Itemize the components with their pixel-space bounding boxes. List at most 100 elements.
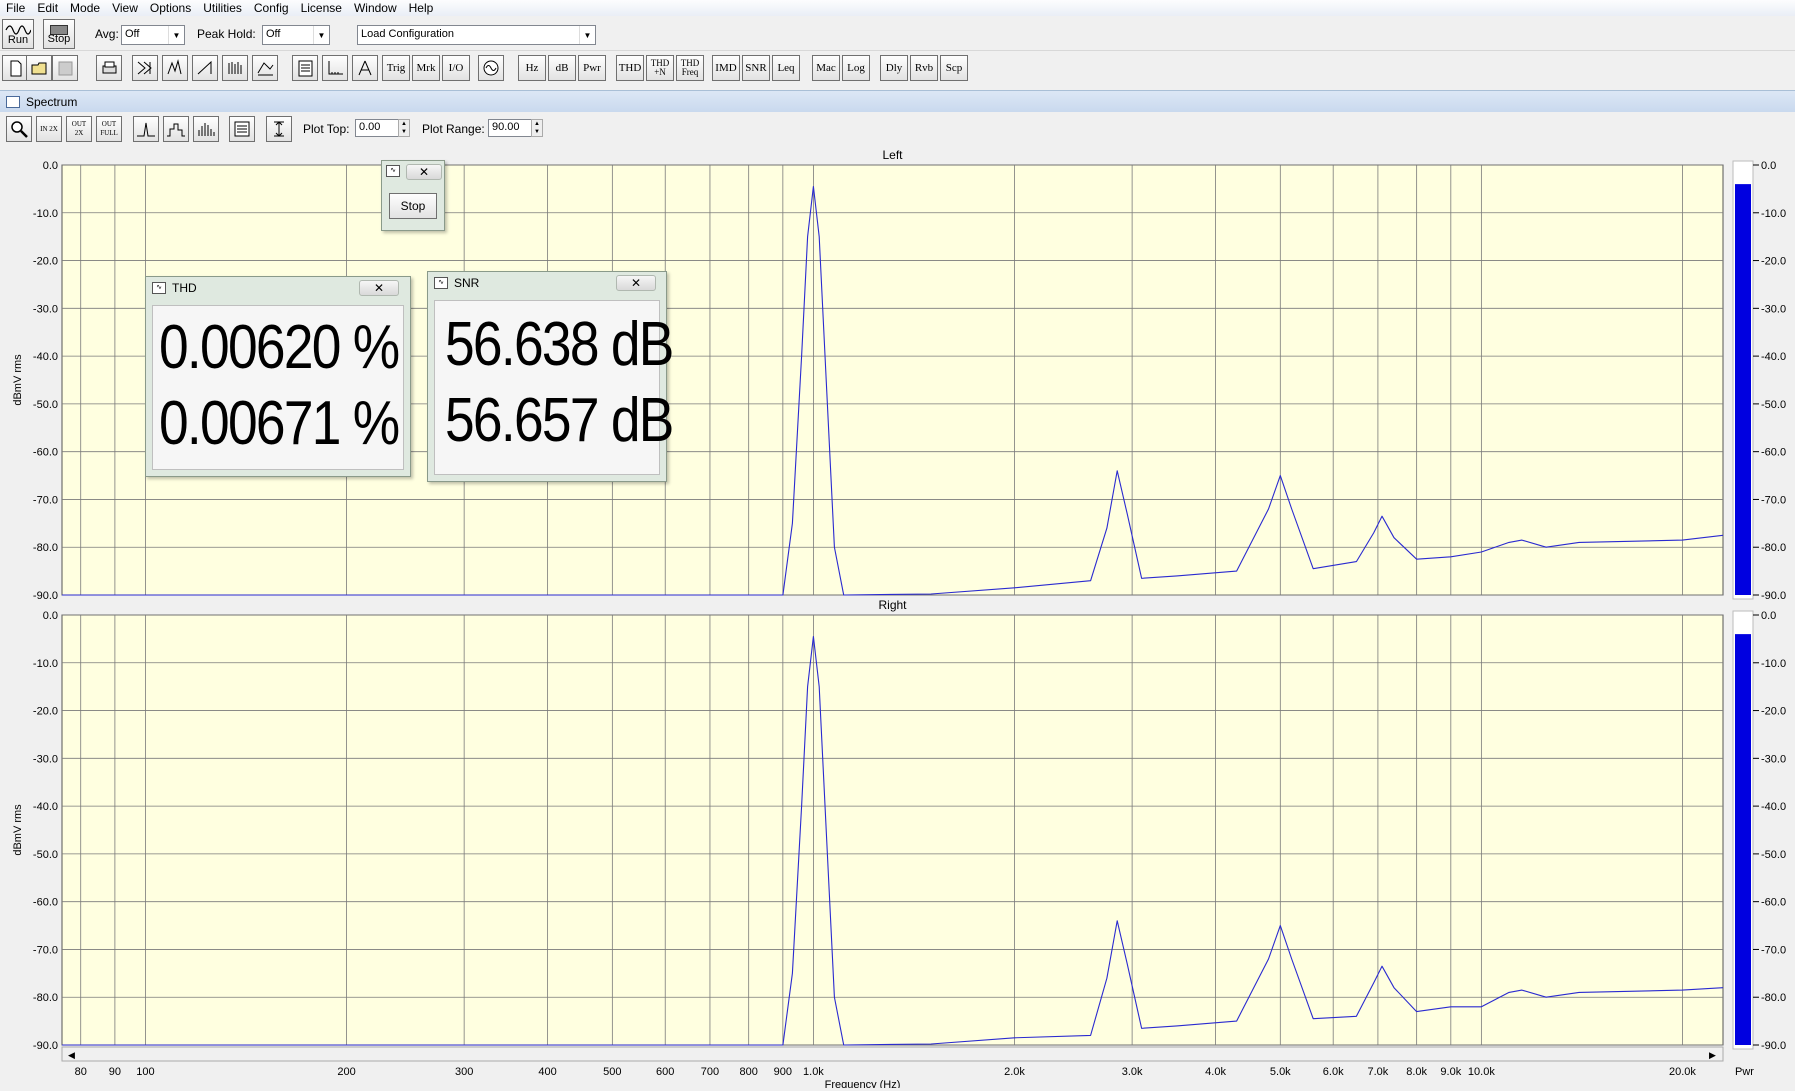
tool-thd-plusn-button[interactable]: THD +N [646, 55, 674, 81]
new-file-icon[interactable] [2, 55, 28, 81]
zoom-out-full-label: OUT FULL [97, 120, 121, 138]
menu-help[interactable]: Help [403, 1, 440, 16]
run-button[interactable]: Run [2, 19, 34, 49]
x-tick-label: 5.0k [1270, 1066, 1291, 1078]
tool-io-button[interactable]: I/O [442, 55, 470, 81]
bar-plot-icon[interactable] [193, 116, 219, 142]
menu-options[interactable]: Options [144, 1, 197, 16]
stop-window-button-label: Stop [401, 202, 426, 211]
tool-snr-button[interactable]: SNR [742, 55, 770, 81]
tool-scp-button[interactable]: Scp [940, 55, 968, 81]
configuration-select[interactable]: Load Configuration ▼ [357, 25, 596, 45]
meter-tick-label: 0.0 [1761, 160, 1776, 172]
plot-range-label: Plot Range: [422, 122, 485, 136]
waterfall-icon[interactable] [222, 55, 248, 81]
scroll-right-icon[interactable]: ▶ [1709, 1050, 1716, 1060]
y-axis-label: dBmV rms [12, 804, 24, 856]
x-tick-label: 500 [603, 1066, 621, 1078]
scroll-left-icon[interactable]: ◀ [68, 1050, 75, 1060]
axis-icon[interactable] [322, 55, 348, 81]
fast-forward-icon[interactable] [132, 55, 158, 81]
menu-config[interactable]: Config [248, 1, 295, 16]
close-icon[interactable]: ✕ [359, 280, 399, 296]
tool-mrk-button[interactable]: Mrk [412, 55, 440, 81]
zoom-icon[interactable] [6, 116, 32, 142]
snr-window: ∿SNR ✕ 56.638 dB 56.657 dB [427, 271, 667, 482]
zoom-out-full-button[interactable]: OUT FULL [96, 116, 122, 142]
menu-window[interactable]: Window [348, 1, 403, 16]
meter-tick-label: -50.0 [1761, 849, 1786, 861]
menu-view[interactable]: View [106, 1, 144, 16]
tool-db-button[interactable]: dB [548, 55, 576, 81]
tool-button-label: Hz [526, 64, 539, 73]
tool-button-label: Leq [777, 64, 794, 73]
plot-title: Right [878, 598, 907, 612]
meter-tick-label: 0.0 [1761, 610, 1776, 622]
meter-tick-label: -60.0 [1761, 447, 1786, 459]
tool-button-label: THD +N [651, 59, 670, 77]
spinner-arrows-icon[interactable]: ▲▼ [531, 119, 543, 137]
close-icon[interactable]: ✕ [406, 164, 442, 180]
tool-hz-button[interactable]: Hz [518, 55, 546, 81]
sawtooth-icon[interactable] [192, 55, 218, 81]
open-folder-icon[interactable] [26, 55, 52, 81]
y-tick-label: -90.0 [33, 1040, 58, 1052]
print-icon[interactable] [96, 55, 122, 81]
peak-hold-select[interactable]: Off ▼ [262, 25, 330, 45]
tool-trig-button[interactable]: Trig [382, 55, 410, 81]
tool-mac-button[interactable]: Mac [812, 55, 840, 81]
meter-tick-label: -90.0 [1761, 590, 1786, 602]
spectrum-icon[interactable] [162, 55, 188, 81]
stop-window-button[interactable]: Stop [389, 193, 437, 219]
menu-license[interactable]: License [295, 1, 348, 16]
meter-tick-label: -80.0 [1761, 992, 1786, 1004]
zoom-out-2x-button[interactable]: OUT 2X [66, 116, 92, 142]
tool-log-button[interactable]: Log [842, 55, 870, 81]
tool-thd-freq-button[interactable]: THD Freq [676, 55, 704, 81]
spinner-arrows-icon[interactable]: ▲▼ [398, 119, 410, 137]
meter-tick-label: -10.0 [1761, 658, 1786, 670]
plot-top-value: 0.00 [359, 121, 380, 133]
3d-plot-icon[interactable] [252, 55, 278, 81]
y-tick-label: -70.0 [33, 944, 58, 956]
menu-utilities[interactable]: Utilities [197, 1, 248, 16]
close-icon[interactable]: ✕ [616, 275, 656, 291]
menu-edit[interactable]: Edit [31, 1, 64, 16]
save-icon[interactable] [52, 55, 78, 81]
menu-mode[interactable]: Mode [64, 1, 106, 16]
zoom-in-2x-button[interactable]: IN 2X [36, 116, 62, 142]
tool-button-label: SNR [745, 64, 766, 73]
y-tick-label: -30.0 [33, 753, 58, 765]
tool-pwr-button[interactable]: Pwr [578, 55, 606, 81]
tool-button-label: Log [847, 64, 865, 73]
y-tick-label: -80.0 [33, 542, 58, 554]
plot-top-input[interactable]: 0.00 ▲▼ [355, 119, 399, 137]
plot-range-input[interactable]: 90.00 ▲▼ [488, 119, 532, 137]
y-tick-label: -10.0 [33, 208, 58, 220]
tool-imd-button[interactable]: IMD [712, 55, 740, 81]
stop-button[interactable]: Stop [43, 19, 75, 49]
menu-file[interactable]: File [0, 1, 31, 16]
y-tick-label: -40.0 [33, 801, 58, 813]
configuration-value: Load Configuration [361, 28, 454, 40]
plot-title: Left [882, 148, 903, 162]
panel-icon[interactable] [292, 55, 318, 81]
step-plot-icon[interactable] [163, 116, 189, 142]
tool-button-label: THD Freq [681, 59, 700, 77]
avg-select[interactable]: Off ▼ [121, 25, 185, 45]
tool-thd-button[interactable]: THD [616, 55, 644, 81]
tool-dly-button[interactable]: Dly [880, 55, 908, 81]
window-icon: ∿ [152, 282, 166, 294]
tool-rvb-button[interactable]: Rvb [910, 55, 938, 81]
vertical-scale-icon[interactable] [266, 116, 292, 142]
generator-icon[interactable] [478, 55, 504, 81]
meter-tick-label: -30.0 [1761, 303, 1786, 315]
y-tick-label: -80.0 [33, 992, 58, 1004]
plot-settings-icon[interactable] [229, 116, 255, 142]
line-plot-icon[interactable] [133, 116, 159, 142]
tool-leq-button[interactable]: Leq [772, 55, 800, 81]
compass-icon[interactable] [352, 55, 378, 81]
y-tick-label: -60.0 [33, 897, 58, 909]
y-tick-label: -10.0 [33, 658, 58, 670]
horizontal-scrollbar[interactable] [62, 1047, 1723, 1061]
